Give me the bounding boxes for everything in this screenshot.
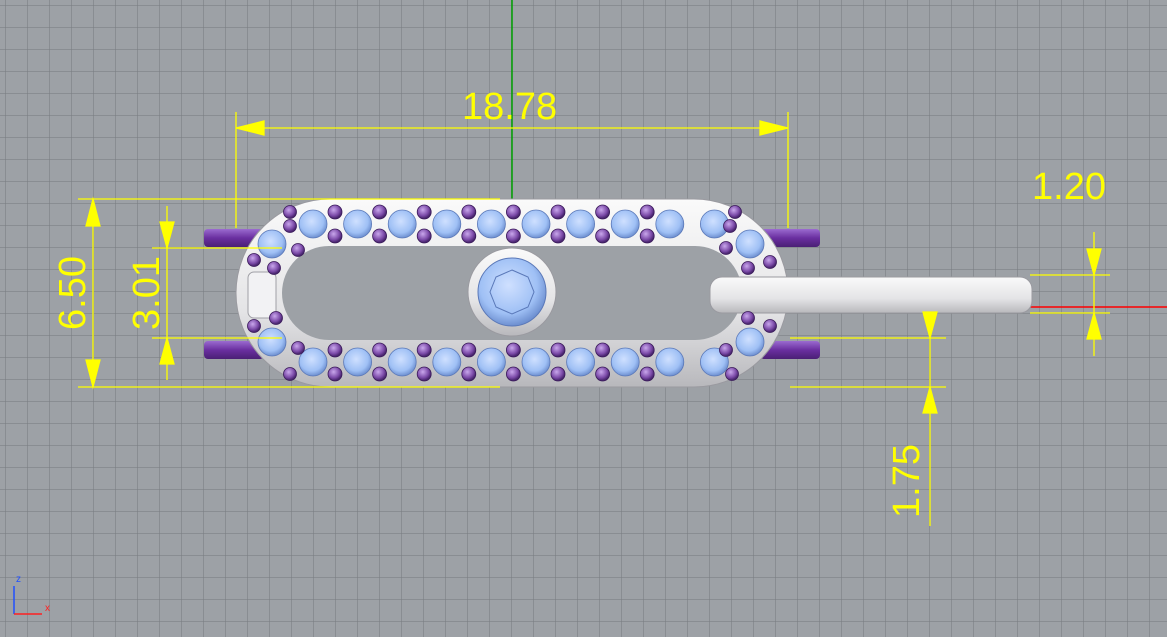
pave-gem[interactable] [521,347,551,377]
dim-height-label[interactable]: 6.50 [52,248,94,338]
dim-length-label[interactable]: 18.78 [462,88,557,126]
accent-gem[interactable] [506,342,521,358]
accent-gem[interactable] [725,367,739,381]
accent-gem[interactable] [506,204,521,220]
accent-gem[interactable] [372,228,388,244]
accent-gem[interactable] [283,219,297,233]
accent-gem[interactable] [639,204,655,220]
accent-gem[interactable] [327,204,343,220]
accent-gem[interactable] [416,204,432,220]
accent-gem[interactable] [550,228,566,244]
accent-gem[interactable] [327,228,343,244]
accent-gem[interactable] [595,366,610,382]
accent-gem[interactable] [291,243,305,257]
accent-gem[interactable] [506,366,521,382]
axis-x-label: x [45,603,50,614]
accent-gem[interactable] [461,228,477,244]
accent-gem[interactable] [461,342,477,358]
pave-gem[interactable] [298,209,328,239]
center-gem[interactable] [477,257,547,327]
pave-gem[interactable] [655,347,685,377]
left-bridge[interactable] [247,271,277,319]
accent-gem[interactable] [247,319,261,333]
pave-gem[interactable] [566,209,595,239]
accent-gem[interactable] [291,341,305,355]
accent-gem[interactable] [728,205,742,219]
pave-gem[interactable] [343,209,373,239]
accent-gem[interactable] [416,228,432,244]
accent-gem[interactable] [595,204,610,220]
accent-gem[interactable] [247,253,261,267]
accent-gem[interactable] [741,311,755,325]
dim-inner-height-label[interactable]: 3.01 [126,248,168,338]
accent-gem[interactable] [719,241,733,255]
pave-gem[interactable] [735,229,765,259]
accent-gem[interactable] [461,204,477,220]
accent-gem[interactable] [372,342,388,358]
dim-offset-label[interactable]: 1.75 [886,436,928,526]
accent-gem[interactable] [741,261,755,275]
accent-gem[interactable] [461,366,477,382]
accent-gem[interactable] [719,343,733,357]
pave-gem[interactable] [387,209,417,239]
accent-gem[interactable] [550,342,566,358]
pave-gem[interactable] [735,327,765,357]
accent-gem[interactable] [283,367,297,381]
accent-gem[interactable] [372,366,388,382]
accent-gem[interactable] [283,205,297,219]
accent-gem[interactable] [763,319,777,333]
pave-gem[interactable] [432,209,462,239]
connector-tab[interactable] [709,276,1033,314]
pave-gem[interactable] [610,209,640,239]
accent-gem[interactable] [416,342,432,358]
pave-gem[interactable] [566,347,595,377]
pave-gem[interactable] [610,347,640,377]
accent-gem[interactable] [723,219,737,233]
pave-gem[interactable] [521,209,551,239]
accent-gem[interactable] [550,204,566,220]
accent-gem[interactable] [327,342,343,358]
accent-gem[interactable] [327,366,343,382]
pave-gem[interactable] [257,229,287,259]
pave-gem[interactable] [257,327,287,357]
pave-gem[interactable] [343,347,373,377]
accent-gem[interactable] [269,311,283,325]
accent-gem[interactable] [595,342,610,358]
pave-gem[interactable] [476,347,506,377]
pave-gem[interactable] [655,209,685,239]
accent-gem[interactable] [267,261,281,275]
pave-gem[interactable] [476,209,506,239]
accent-gem[interactable] [639,228,655,244]
pave-gem[interactable] [387,347,417,377]
accent-gem[interactable] [763,255,777,269]
accent-gem[interactable] [639,366,655,382]
accent-gem[interactable] [550,366,566,382]
dim-tab-thickness-label[interactable]: 1.20 [1032,168,1106,206]
accent-gem[interactable] [595,228,610,244]
accent-gem[interactable] [506,228,521,244]
pave-gem[interactable] [432,347,462,377]
axis-z-label: z [16,574,21,585]
model-canvas[interactable] [0,0,1167,632]
accent-gem[interactable] [639,342,655,358]
viewport[interactable]: 18.78 6.50 3.01 1.20 1.75 z x [0,0,1167,632]
accent-gem[interactable] [372,204,388,220]
accent-gem[interactable] [416,366,432,382]
axis-widget [13,586,42,615]
